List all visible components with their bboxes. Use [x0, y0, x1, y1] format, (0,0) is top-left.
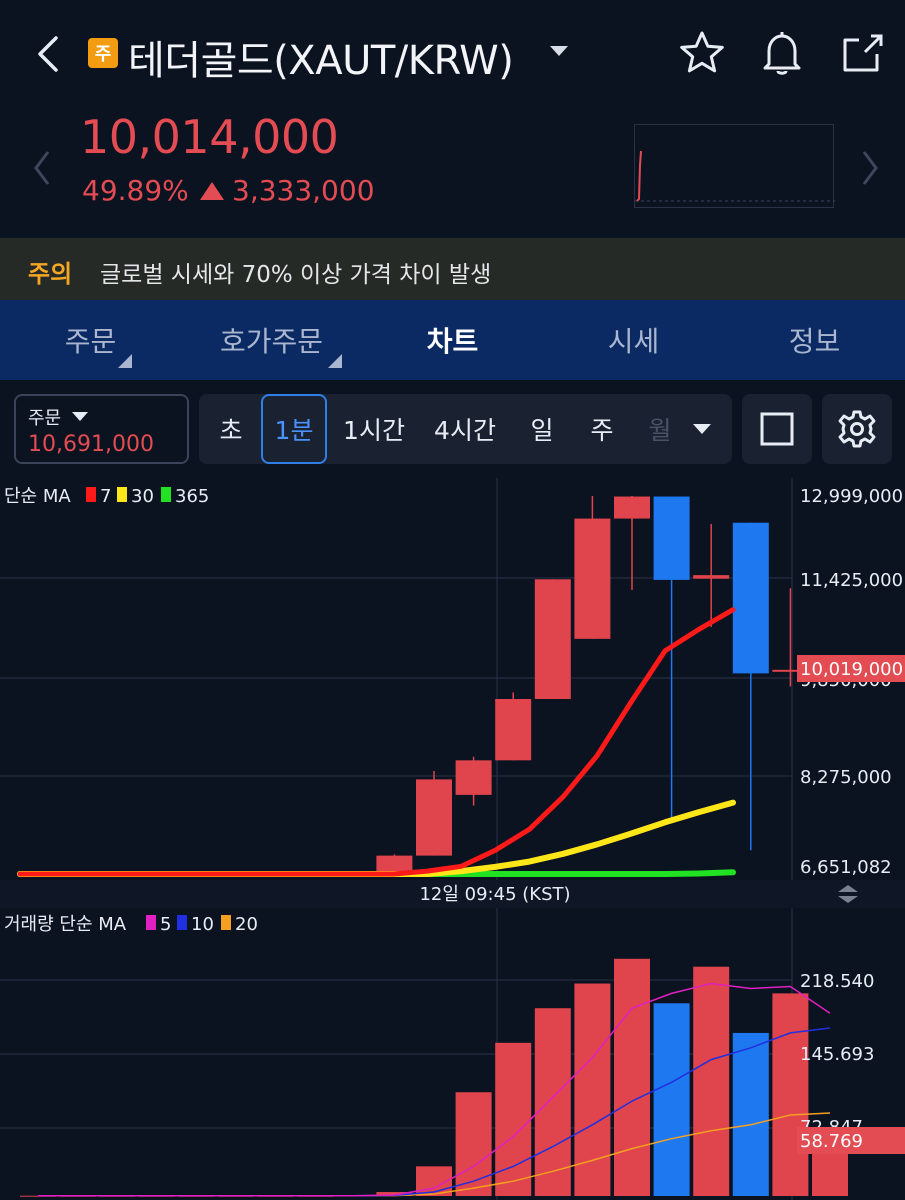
fullscreen-button[interactable] — [742, 394, 812, 464]
chevron-down-icon[interactable] — [693, 424, 711, 434]
volume-legend-prefix: 거래량 단순 MA — [4, 914, 127, 935]
price-axis-label: 6,651,082 — [800, 857, 892, 878]
warning-text: 글로벌 시세와 70% 이상 가격 차이 발생 — [100, 262, 492, 288]
tab-bar: 주문 호가주문 차트 시세 정보 — [0, 300, 905, 380]
interval-4hour[interactable]: 4시간 — [425, 394, 505, 464]
vol-ma10-label: 10 — [191, 914, 214, 935]
volume-bar — [732, 1032, 769, 1196]
market-badge: 주 — [88, 38, 118, 68]
change-amount: 3,333,000 — [232, 174, 375, 207]
share-icon[interactable] — [837, 28, 887, 78]
vol-ma20-label: 20 — [235, 914, 258, 935]
gear-icon — [838, 410, 876, 448]
ma30-label: 30 — [131, 486, 154, 507]
vol-ma5-label: 5 — [160, 914, 171, 935]
ma365-swatch — [161, 487, 171, 502]
candle-body — [495, 698, 532, 761]
tab-quotes[interactable]: 시세 — [543, 300, 724, 380]
chevron-down-icon[interactable] — [550, 46, 568, 56]
candle-body — [455, 760, 492, 795]
change-percent: 49.89% — [82, 174, 189, 207]
current-price-tag: 10,019,000 — [800, 659, 903, 680]
candle-body — [416, 779, 452, 856]
candle-body — [574, 518, 611, 639]
corner-indicator-icon — [118, 354, 132, 368]
ma365-label: 365 — [175, 486, 209, 507]
volume-bar — [495, 1042, 532, 1196]
price-axis-label: 12,999,000 — [800, 486, 903, 507]
candle-body — [376, 855, 413, 873]
volume-bars — [20, 958, 848, 1197]
next-arrow-icon[interactable] — [858, 148, 882, 188]
warning-banner: 주의 글로벌 시세와 70% 이상 가격 차이 발생 — [0, 238, 905, 300]
warning-tag: 주의 — [28, 260, 73, 288]
price-axis-label: 8,275,000 — [800, 767, 892, 788]
tab-info[interactable]: 정보 — [724, 300, 905, 380]
current-price: 10,014,000 — [80, 110, 339, 164]
prev-arrow-icon[interactable] — [30, 148, 54, 188]
current-volume-tag: 58.769 — [800, 1131, 863, 1152]
price-legend-prefix: 단순 MA — [4, 486, 71, 507]
volume-bar — [614, 958, 650, 1196]
candle-body — [614, 496, 650, 519]
order-label: 주문 — [28, 408, 62, 429]
ma7-label: 7 — [100, 486, 111, 507]
candle-body — [653, 496, 690, 580]
candle-body — [693, 575, 730, 579]
price-axis-label: 11,425,000 — [800, 570, 903, 591]
chart-area[interactable]: 단순 MA 7 30 365 12,999,000 11,425,000 9,8… — [0, 478, 905, 1200]
vol-ma5-swatch — [146, 915, 156, 930]
chart-controls: 주문 10,691,000 초 1분 1시간 4시간 일 주 월 — [0, 380, 905, 478]
interval-1hour[interactable]: 1시간 — [335, 394, 413, 464]
page-title[interactable]: 테더골드(XAUT/KRW) — [128, 28, 514, 86]
volume-bar — [653, 1003, 690, 1196]
tab-order[interactable]: 주문 — [0, 300, 181, 380]
order-value: 10,691,000 — [28, 432, 154, 457]
vol-ma10-swatch — [177, 915, 187, 930]
top-bar: 주 테더골드(XAUT/KRW) — [0, 0, 905, 110]
interval-selector: 초 1분 1시간 4시간 일 주 월 — [199, 394, 732, 464]
candle-body — [732, 522, 769, 674]
volume-bar — [693, 966, 730, 1196]
back-arrow-icon[interactable] — [30, 32, 70, 76]
tab-orderbook-order[interactable]: 호가주문 — [181, 300, 362, 380]
order-price-box[interactable]: 주문 10,691,000 — [14, 394, 189, 464]
caret-down-icon — [72, 412, 88, 421]
volume-bar — [772, 993, 809, 1196]
volume-axis-label: 218.540 — [800, 971, 874, 992]
up-triangle-icon — [200, 182, 224, 200]
bell-icon[interactable] — [757, 28, 807, 78]
interval-1min[interactable]: 1분 — [261, 394, 327, 464]
price-pane-bg — [0, 478, 905, 880]
square-icon — [760, 412, 794, 446]
candle-body — [534, 579, 571, 699]
ma7-swatch — [86, 487, 96, 502]
tab-chart[interactable]: 차트 — [362, 300, 543, 380]
interval-day[interactable]: 일 — [517, 394, 567, 464]
time-label: 12일 09:45 (KST) — [419, 884, 570, 905]
interval-seconds[interactable]: 초 — [207, 394, 255, 464]
volume-axis-label: 145.693 — [800, 1044, 874, 1065]
interval-month[interactable]: 월 — [637, 394, 683, 464]
interval-week[interactable]: 주 — [579, 394, 625, 464]
corner-indicator-icon — [328, 354, 342, 368]
chart-canvas[interactable]: 단순 MA 7 30 365 12,999,000 11,425,000 9,8… — [0, 478, 905, 1200]
settings-button[interactable] — [822, 394, 892, 464]
star-icon[interactable] — [677, 28, 727, 78]
ma30-swatch — [117, 487, 127, 502]
vol-ma20-swatch — [221, 915, 231, 930]
mini-chart — [634, 124, 835, 208]
